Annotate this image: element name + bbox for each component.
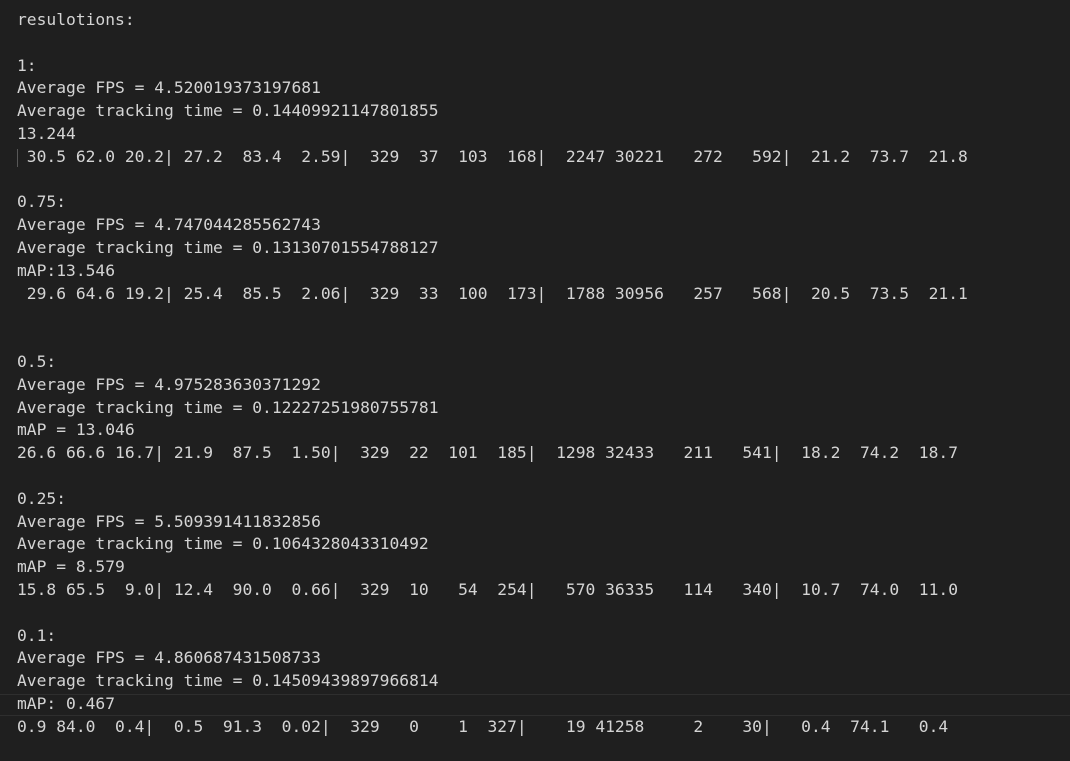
editor-line: mAP = 13.046 — [17, 420, 135, 439]
editor-line: mAP:13.546 — [17, 261, 116, 280]
editor-line: 0.25: — [17, 489, 67, 508]
editor-line: mAP = 8.579 — [17, 557, 125, 576]
editor-line: 1: — [17, 56, 37, 75]
editor-line: 0.9 84.0 0.4| 0.5 91.3 0.02| 329 0 1 327… — [17, 717, 949, 736]
editor-line: 29.6 64.6 19.2| 25.4 85.5 2.06| 329 33 1… — [17, 284, 968, 303]
editor-line: Average tracking time = 0.14409921147801… — [17, 101, 439, 120]
current-line-highlight — [0, 694, 1070, 716]
editor-line: Average tracking time = 0.14509439897966… — [17, 671, 439, 690]
editor-line: 0.5: — [17, 352, 57, 371]
editor-line: 30.5 62.0 20.2| 27.2 83.4 2.59| 329 37 1… — [17, 147, 968, 166]
editor-line: Average FPS = 4.860687431508733 — [17, 648, 321, 667]
editor-line: Average tracking time = 0.10643280433104… — [17, 534, 429, 553]
editor-line: resulotions: — [17, 10, 135, 29]
editor-line: Average FPS = 5.509391411832856 — [17, 512, 321, 531]
text-editor[interactable]: resulotions: 1: Average FPS = 4.52001937… — [0, 0, 1070, 761]
editor-line: 26.6 66.6 16.7| 21.9 87.5 1.50| 329 22 1… — [17, 443, 959, 462]
editor-line: mAP: 0.467 — [17, 694, 116, 713]
editor-line: 13.244 — [17, 124, 76, 143]
editor-line: 0.75: — [17, 192, 67, 211]
editor-line: 0.1: — [17, 626, 57, 645]
editor-line: 15.8 65.5 9.0| 12.4 90.0 0.66| 329 10 54… — [17, 580, 959, 599]
editor-line: Average FPS = 4.747044285562743 — [17, 215, 321, 234]
editor-line: Average FPS = 4.520019373197681 — [17, 78, 321, 97]
editor-line: Average tracking time = 0.13130701554788… — [17, 238, 439, 257]
editor-line: Average FPS = 4.975283630371292 — [17, 375, 321, 394]
editor-line: Average tracking time = 0.12227251980755… — [17, 398, 439, 417]
